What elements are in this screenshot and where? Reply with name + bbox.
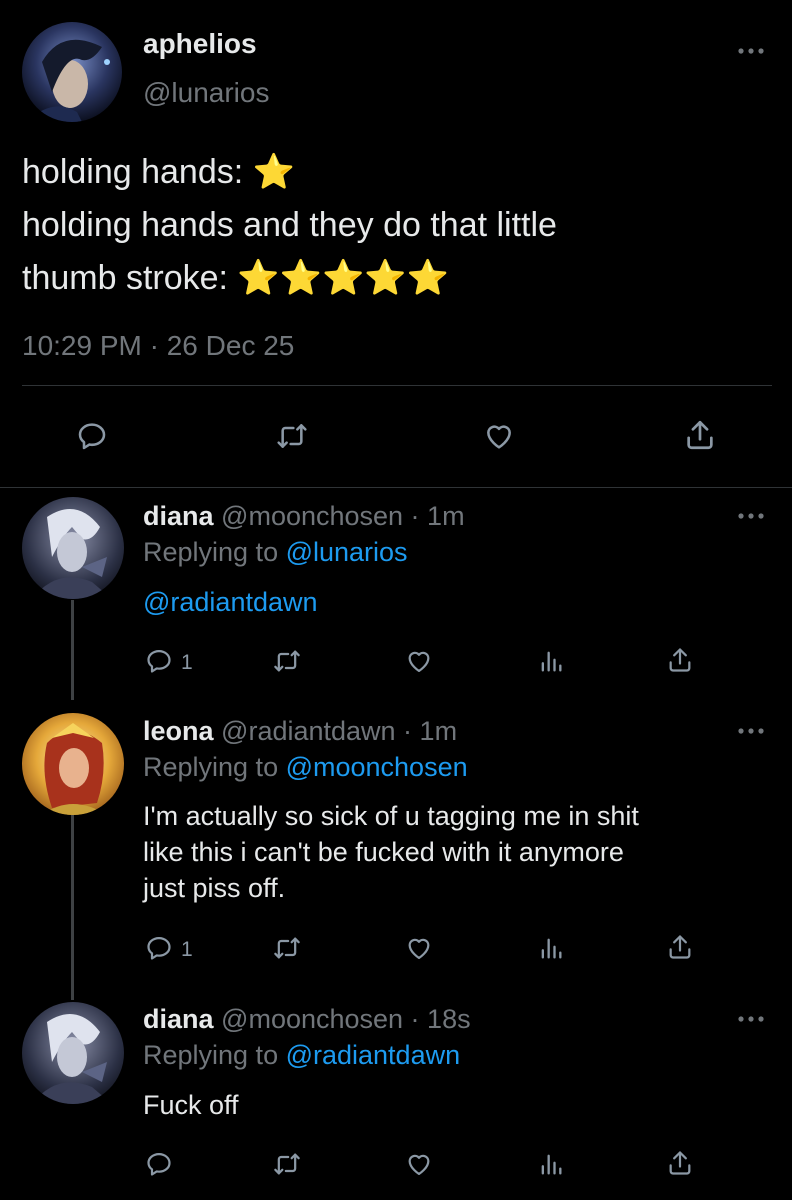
reply-header: diana @moonchosen · 18s <box>143 1004 471 1035</box>
reply-header: diana @moonchosen · 1m <box>143 501 465 532</box>
retweet-icon[interactable] <box>275 420 309 452</box>
like-icon[interactable] <box>405 647 433 675</box>
more-icon[interactable] <box>737 726 765 736</box>
reply-icon[interactable] <box>145 1150 173 1178</box>
reply-icon[interactable] <box>145 647 173 675</box>
analytics-icon[interactable] <box>537 1150 565 1178</box>
like-icon[interactable] <box>405 1150 433 1178</box>
reply-count: 1 <box>181 651 193 674</box>
thread-line <box>71 600 74 700</box>
tweet-line: holding hands: ⭐ <box>22 153 295 191</box>
share-icon[interactable] <box>666 933 694 961</box>
thread-line <box>71 815 74 1000</box>
reply-header: leona @radiantdawn · 1m <box>143 716 457 747</box>
avatar-diana[interactable] <box>22 497 124 599</box>
replying-to: Replying to @radiantdawn <box>143 1040 460 1071</box>
reply-display-name[interactable]: diana <box>143 501 214 531</box>
replying-to-label: Replying to <box>143 752 286 782</box>
analytics-icon[interactable] <box>537 934 565 962</box>
reply-icon[interactable] <box>145 934 173 962</box>
more-icon[interactable] <box>737 46 765 56</box>
replying-to: Replying to @lunarios <box>143 537 408 568</box>
author-handle[interactable]: @lunarios <box>143 77 269 109</box>
divider <box>22 385 772 386</box>
replying-to-label: Replying to <box>143 1040 286 1070</box>
tweet-line: holding hands and they do that little <box>22 206 557 244</box>
reply-text-line: like this i can't be fucked with it anym… <box>143 837 624 867</box>
more-icon[interactable] <box>737 1014 765 1024</box>
reply-handle-time[interactable]: @radiantdawn · 1m <box>221 716 457 746</box>
retweet-icon[interactable] <box>273 647 301 675</box>
retweet-icon[interactable] <box>273 934 301 962</box>
avatar-diana[interactable] <box>22 1002 124 1104</box>
share-icon[interactable] <box>683 418 717 452</box>
tweet-line: thumb stroke: ⭐⭐⭐⭐⭐ <box>22 259 450 297</box>
share-icon[interactable] <box>666 646 694 674</box>
reply-icon[interactable] <box>76 420 108 452</box>
reply-display-name[interactable]: leona <box>143 716 214 746</box>
reply-text: I'm actually so sick of u tagging me in … <box>143 798 639 906</box>
replying-to-handle[interactable]: @radiantdawn <box>286 1040 461 1070</box>
avatar-aphelios[interactable] <box>22 22 122 122</box>
replying-to-handle[interactable]: @lunarios <box>286 537 408 567</box>
reply-text-line: I'm actually so sick of u tagging me in … <box>143 801 639 831</box>
analytics-icon[interactable] <box>537 647 565 675</box>
reply-handle-time[interactable]: @moonchosen · 18s <box>221 1004 471 1034</box>
reply-count: 1 <box>181 938 193 961</box>
share-icon[interactable] <box>666 1149 694 1177</box>
like-icon[interactable] <box>405 934 433 962</box>
reply-text: Fuck off <box>143 1090 239 1120</box>
reply-text-line: just piss off. <box>143 873 286 903</box>
replying-to: Replying to @moonchosen <box>143 752 468 783</box>
reply-display-name[interactable]: diana <box>143 1004 214 1034</box>
reply-text[interactable]: @radiantdawn <box>143 584 318 620</box>
tweet-timestamp[interactable]: 10:29 PM · 26 Dec 25 <box>22 330 294 362</box>
replying-to-handle[interactable]: @moonchosen <box>286 752 468 782</box>
like-icon[interactable] <box>482 420 516 452</box>
tweet-text: holding hands: ⭐ holding hands and they … <box>22 146 557 305</box>
retweet-icon[interactable] <box>273 1150 301 1178</box>
avatar-leona[interactable] <box>22 713 124 815</box>
more-icon[interactable] <box>737 511 765 521</box>
replying-to-label: Replying to <box>143 537 286 567</box>
reply-handle-time[interactable]: @moonchosen · 1m <box>221 501 465 531</box>
author-display-name[interactable]: aphelios <box>143 28 257 60</box>
divider <box>0 487 792 488</box>
